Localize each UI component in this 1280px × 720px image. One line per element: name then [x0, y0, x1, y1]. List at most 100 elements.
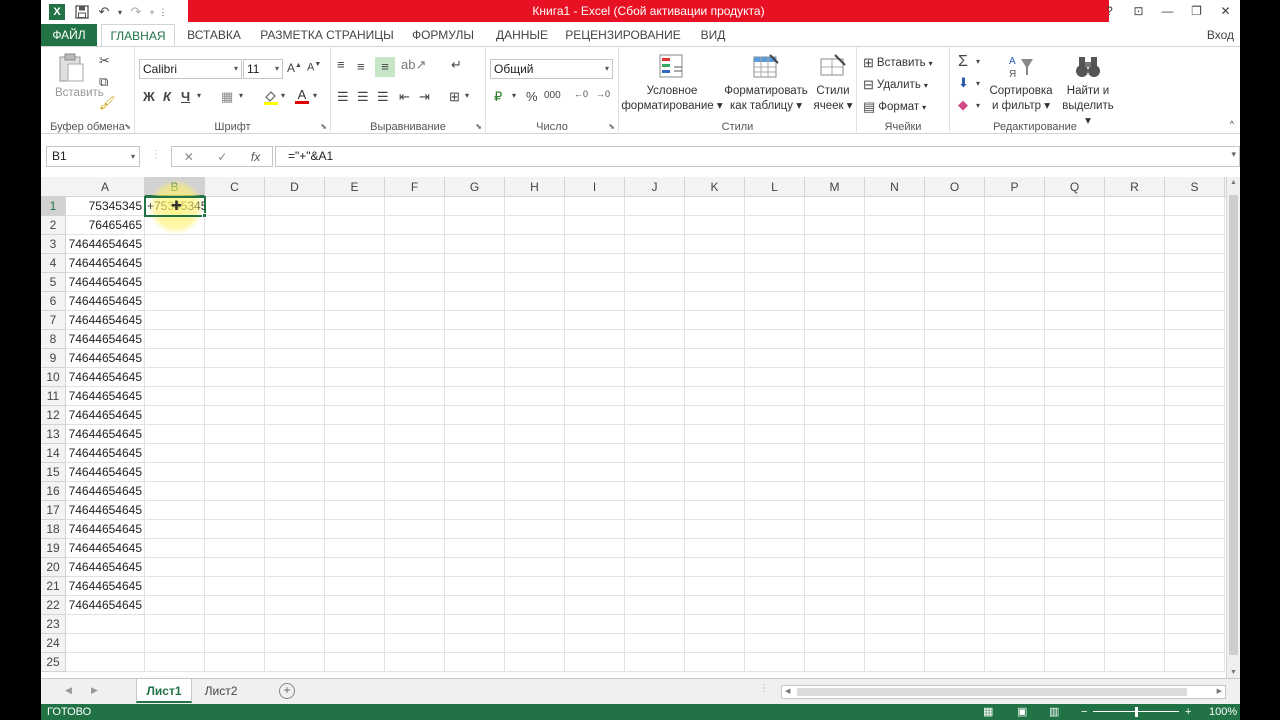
cell[interactable]	[565, 197, 625, 216]
row-header[interactable]: 10	[41, 368, 66, 387]
cell[interactable]	[925, 387, 985, 406]
cell[interactable]	[625, 330, 685, 349]
cell[interactable]	[925, 558, 985, 577]
cell[interactable]	[1165, 387, 1225, 406]
row-header[interactable]: 5	[41, 273, 66, 292]
cell[interactable]	[925, 520, 985, 539]
column-header[interactable]: Q	[1045, 177, 1105, 197]
cell[interactable]	[625, 235, 685, 254]
increase-indent-icon[interactable]: ⇥	[419, 89, 430, 105]
cell[interactable]	[205, 311, 265, 330]
column-header[interactable]: E	[325, 177, 385, 197]
cell[interactable]: 75345345	[66, 197, 145, 216]
cell[interactable]	[265, 482, 325, 501]
cell[interactable]	[205, 482, 265, 501]
cell[interactable]	[1045, 615, 1105, 634]
cell[interactable]	[985, 292, 1045, 311]
cell[interactable]	[805, 482, 865, 501]
cell[interactable]	[685, 463, 745, 482]
cell[interactable]: 74644654645	[66, 425, 145, 444]
align-bottom-icon[interactable]: ≡	[375, 57, 395, 77]
cell[interactable]	[925, 330, 985, 349]
cell[interactable]	[265, 349, 325, 368]
cell[interactable]	[745, 463, 805, 482]
row-header[interactable]: 13	[41, 425, 66, 444]
cell[interactable]	[625, 596, 685, 615]
cell[interactable]	[265, 653, 325, 672]
cell[interactable]	[265, 634, 325, 653]
cell[interactable]	[325, 368, 385, 387]
cell[interactable]	[1045, 539, 1105, 558]
cell[interactable]: 74644654645	[66, 349, 145, 368]
cell[interactable]	[325, 254, 385, 273]
cell[interactable]	[745, 634, 805, 653]
cell[interactable]	[205, 406, 265, 425]
cell[interactable]	[805, 368, 865, 387]
cell[interactable]	[265, 501, 325, 520]
cell[interactable]	[1045, 235, 1105, 254]
redo-icon[interactable]: ↷	[125, 0, 147, 24]
cell[interactable]	[985, 273, 1045, 292]
cell[interactable]	[865, 368, 925, 387]
column-header[interactable]: G	[445, 177, 505, 197]
cell[interactable]	[145, 292, 205, 311]
cell[interactable]	[745, 235, 805, 254]
cell[interactable]	[625, 634, 685, 653]
cell[interactable]	[325, 482, 385, 501]
cell[interactable]	[565, 596, 625, 615]
format-cells-button[interactable]: ▤ Формат ▾	[863, 99, 926, 115]
cell-styles-button[interactable]: Стили ячеек ▾	[811, 53, 855, 114]
cell[interactable]	[985, 254, 1045, 273]
cell[interactable]	[205, 596, 265, 615]
column-header[interactable]: R	[1105, 177, 1165, 197]
cell[interactable]	[865, 653, 925, 672]
cell[interactable]	[1105, 425, 1165, 444]
cell[interactable]	[205, 501, 265, 520]
cell[interactable]	[565, 425, 625, 444]
cell[interactable]	[1165, 634, 1225, 653]
cell[interactable]	[865, 539, 925, 558]
cell[interactable]	[265, 520, 325, 539]
cell[interactable]	[145, 463, 205, 482]
vertical-scrollbar[interactable]: ▲ ▼	[1226, 177, 1240, 678]
cell[interactable]	[445, 387, 505, 406]
cell[interactable]	[805, 330, 865, 349]
wrap-text-icon[interactable]: ↵	[451, 57, 462, 73]
cell[interactable]	[625, 387, 685, 406]
cell[interactable]	[385, 425, 445, 444]
cell[interactable]	[565, 387, 625, 406]
cell[interactable]	[685, 596, 745, 615]
cell[interactable]	[145, 349, 205, 368]
cell[interactable]	[445, 273, 505, 292]
cell[interactable]	[565, 368, 625, 387]
cell[interactable]	[1105, 273, 1165, 292]
close-button[interactable]: ✕	[1211, 0, 1240, 22]
cell[interactable]	[685, 216, 745, 235]
cell[interactable]	[205, 634, 265, 653]
cell[interactable]	[925, 482, 985, 501]
cell[interactable]	[865, 254, 925, 273]
cell[interactable]	[1165, 615, 1225, 634]
cell[interactable]	[325, 634, 385, 653]
scroll-down-icon[interactable]: ▼	[1230, 669, 1237, 676]
cell[interactable]	[985, 197, 1045, 216]
cell[interactable]	[445, 653, 505, 672]
cell[interactable]	[325, 539, 385, 558]
cell[interactable]	[1045, 330, 1105, 349]
autosum-icon[interactable]: Σ	[958, 53, 968, 71]
cell[interactable]	[625, 254, 685, 273]
cell[interactable]	[505, 216, 565, 235]
cell[interactable]	[745, 425, 805, 444]
cell[interactable]	[625, 501, 685, 520]
cell[interactable]	[1105, 653, 1165, 672]
cell[interactable]	[925, 349, 985, 368]
fill-handle[interactable]	[202, 213, 207, 218]
cell[interactable]	[145, 653, 205, 672]
cell[interactable]	[145, 235, 205, 254]
row-header[interactable]: 25	[41, 653, 66, 672]
font-name-combo[interactable]: Calibri ▾	[139, 59, 242, 79]
cell[interactable]	[505, 273, 565, 292]
cell[interactable]: 74644654645	[66, 368, 145, 387]
cell[interactable]	[505, 596, 565, 615]
cell[interactable]	[625, 368, 685, 387]
